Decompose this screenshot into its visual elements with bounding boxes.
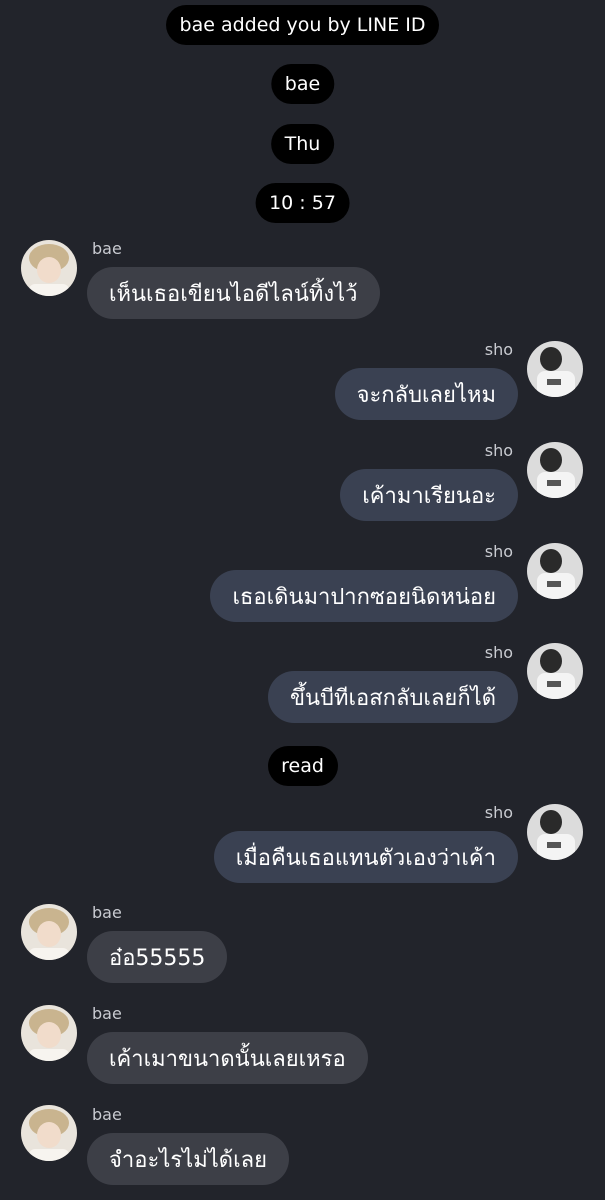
chat-name-text: bae <box>284 73 321 95</box>
bae-avatar[interactable] <box>21 1005 77 1061</box>
sender-name: sho <box>484 340 513 359</box>
day-text: Thu <box>284 133 321 155</box>
read-text: read <box>281 755 324 777</box>
message-bubble-incoming[interactable]: เห็นเธอเขียนไอดีไลน์ทิ้งไว้ <box>87 267 380 319</box>
time-pill: 10 : 57 <box>255 183 350 223</box>
chat-name-pill: bae <box>270 64 335 104</box>
bae-avatar-image <box>21 240 77 296</box>
sender-name: sho <box>484 441 513 460</box>
time-text: 10 : 57 <box>269 192 336 214</box>
message-text: จำอะไรไม่ได้เลย <box>109 1147 267 1173</box>
message-bubble-incoming[interactable]: จำอะไรไม่ได้เลย <box>87 1133 289 1185</box>
sho-avatar-image <box>527 341 583 397</box>
sender-name: sho <box>484 803 513 822</box>
bae-avatar[interactable] <box>21 240 77 296</box>
message-text: เธอเดินมาปากซอยนิดหน่อย <box>232 584 496 610</box>
message-text: ขึ้นบีทีเอสกลับเลยก็ได้ <box>289 685 496 711</box>
sho-avatar-image <box>527 543 583 599</box>
sho-avatar-image <box>527 804 583 860</box>
sho-avatar[interactable] <box>527 341 583 397</box>
message-text: เค้าเมาขนาดนั้นเลยเหรอ <box>109 1046 346 1072</box>
sender-name: bae <box>92 903 122 922</box>
added-notice-text: bae added you by LINE ID <box>179 14 426 36</box>
message-bubble-outgoing[interactable]: เมื่อคืนเธอแทนตัวเองว่าเค้า <box>213 831 518 883</box>
message-bubble-outgoing[interactable]: เค้ามาเรียนอะ <box>340 469 518 521</box>
bae-avatar-image <box>21 904 77 960</box>
sho-avatar-image <box>527 643 583 699</box>
message-bubble-incoming[interactable]: เค้าเมาขนาดนั้นเลยเหรอ <box>87 1032 368 1084</box>
bae-avatar-image <box>21 1105 77 1161</box>
bae-avatar[interactable] <box>21 904 77 960</box>
message-text: เห็นเธอเขียนไอดีไลน์ทิ้งไว้ <box>109 281 358 307</box>
sender-name: sho <box>484 542 513 561</box>
bae-avatar[interactable] <box>21 1105 77 1161</box>
sender-name: bae <box>92 1105 122 1124</box>
message-text: เมื่อคืนเธอแทนตัวเองว่าเค้า <box>235 845 496 871</box>
read-receipt-pill: read <box>267 746 338 786</box>
sender-name: bae <box>92 239 122 258</box>
message-bubble-incoming[interactable]: อ๋อ55555 <box>87 931 228 983</box>
sho-avatar-image <box>527 442 583 498</box>
message-text: อ๋อ55555 <box>109 945 206 971</box>
message-bubble-outgoing[interactable]: เธอเดินมาปากซอยนิดหน่อย <box>210 570 518 622</box>
message-bubble-outgoing[interactable]: จะกลับเลยไหม <box>334 368 518 420</box>
bae-avatar-image <box>21 1005 77 1061</box>
added-notice-pill: bae added you by LINE ID <box>165 5 440 45</box>
sho-avatar[interactable] <box>527 804 583 860</box>
sender-name: sho <box>484 643 513 662</box>
message-text: จะกลับเลยไหม <box>356 382 496 408</box>
day-pill: Thu <box>270 124 335 164</box>
sho-avatar[interactable] <box>527 643 583 699</box>
message-bubble-outgoing[interactable]: ขึ้นบีทีเอสกลับเลยก็ได้ <box>267 671 518 723</box>
sender-name: bae <box>92 1004 122 1023</box>
sho-avatar[interactable] <box>527 543 583 599</box>
message-text: เค้ามาเรียนอะ <box>362 483 496 509</box>
sho-avatar[interactable] <box>527 442 583 498</box>
